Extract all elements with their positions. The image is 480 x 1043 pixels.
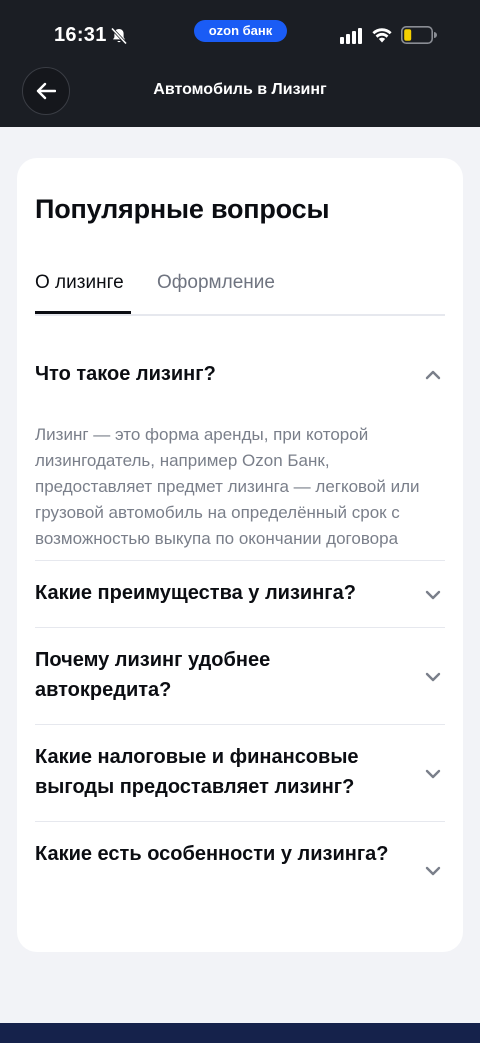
bell-muted-icon <box>110 27 128 45</box>
tab-bar: О лизинге Оформление <box>35 264 445 316</box>
chevron-down-icon[interactable] <box>425 590 441 600</box>
faq-question: Какие преимущества у лизинга? <box>35 582 356 604</box>
chevron-down-icon[interactable] <box>425 866 441 876</box>
battery-low-icon <box>401 26 437 44</box>
chevron-up-icon[interactable] <box>425 370 441 380</box>
chevron-down-icon[interactable] <box>425 672 441 682</box>
chevron-down-icon[interactable] <box>425 769 441 779</box>
faq-item-advantages[interactable]: Какие преимущества у лизинга? <box>35 561 445 627</box>
status-bar: 16:31 ozon банк <box>0 0 480 70</box>
tab-registration[interactable]: Оформление <box>157 272 275 294</box>
faq-question: Какие есть особенности у лизинга? <box>35 843 389 865</box>
bottom-bar <box>0 1023 480 1043</box>
page-header-title: Автомобиль в Лизинг <box>153 81 327 98</box>
faq-question: Какие налоговые и финансовые выгоды пред… <box>35 746 359 798</box>
status-time: 16:31 <box>54 24 107 46</box>
faq-item-what-is-leasing[interactable]: Что такое лизинг? Лизинг — это форма аре… <box>35 358 445 560</box>
faq-item-vs-car-loan[interactable]: Почему лизинг удобнее автокредита? <box>35 628 445 724</box>
top-bar: 16:31 ozon банк Автомобиль в Лизинг <box>0 0 480 127</box>
active-tab-indicator <box>35 311 131 314</box>
faq-answer: Лизинг — это форма аренды, при которой л… <box>35 425 420 548</box>
brand-pill: ozon банк <box>194 20 287 42</box>
cellular-signal-icon <box>340 28 362 44</box>
tab-about-leasing[interactable]: О лизинге <box>35 272 124 294</box>
faq-item-tax-benefits[interactable]: Какие налоговые и финансовые выгоды пред… <box>35 725 445 821</box>
faq-item-features[interactable]: Какие есть особенности у лизинга? <box>35 822 445 918</box>
faq-question: Что такое лизинг? <box>35 363 216 385</box>
wifi-icon <box>372 28 392 43</box>
section-title: Популярные вопросы <box>35 194 330 224</box>
faq-card: Популярные вопросы О лизинге Оформление … <box>17 158 463 952</box>
faq-question: Почему лизинг удобнее автокредита? <box>35 649 271 701</box>
